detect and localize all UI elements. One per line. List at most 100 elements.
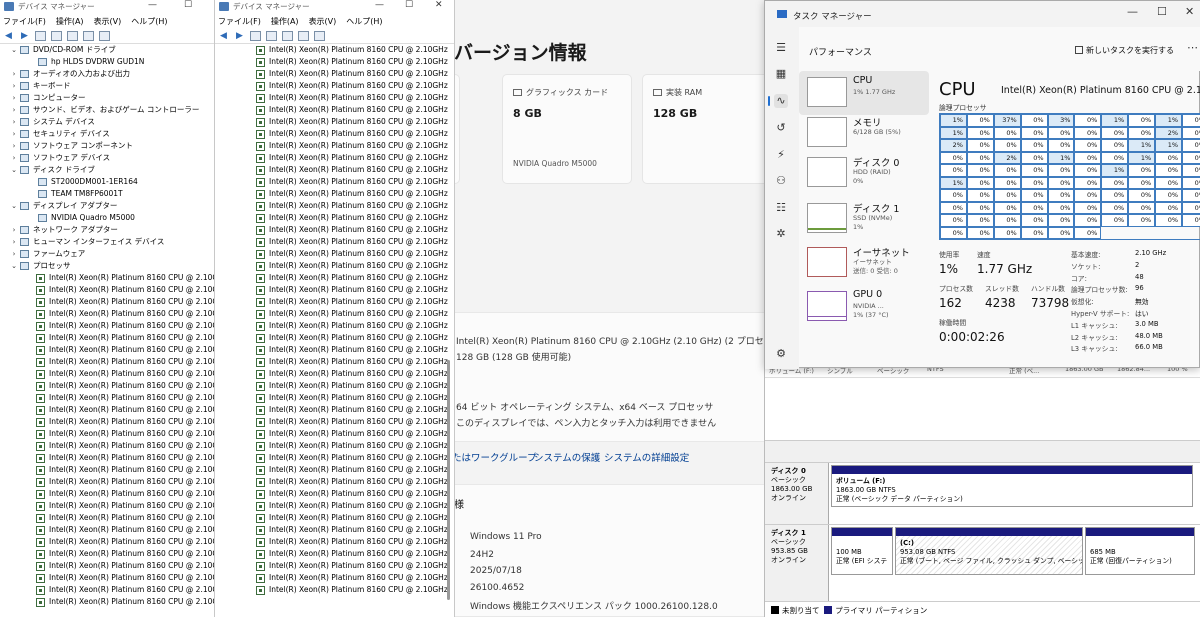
processor-item[interactable]: Intel(R) Xeon(R) Platinum 8160 CPU @ 2.1… <box>0 476 214 488</box>
processor-item[interactable]: Intel(R) Xeon(R) Platinum 8160 CPU @ 2.1… <box>215 224 454 236</box>
processor-item[interactable]: Intel(R) Xeon(R) Platinum 8160 CPU @ 2.1… <box>215 176 454 188</box>
processor-item[interactable]: Intel(R) Xeon(R) Platinum 8160 CPU @ 2.1… <box>215 368 454 380</box>
processor-item[interactable]: Intel(R) Xeon(R) Platinum 8160 CPU @ 2.1… <box>215 236 454 248</box>
close-icon[interactable]: ✕ <box>435 0 443 10</box>
maximize-icon[interactable]: ☐ <box>1157 5 1167 18</box>
processor-item[interactable]: Intel(R) Xeon(R) Platinum 8160 CPU @ 2.1… <box>215 332 454 344</box>
link-workgroup[interactable]: たはワークグループ <box>452 450 537 464</box>
processor-item[interactable]: Intel(R) Xeon(R) Platinum 8160 CPU @ 2.1… <box>215 212 454 224</box>
processor-item[interactable]: Intel(R) Xeon(R) Platinum 8160 CPU @ 2.1… <box>0 404 214 416</box>
processor-item[interactable]: Intel(R) Xeon(R) Platinum 8160 CPU @ 2.1… <box>0 500 214 512</box>
minimize-icon[interactable]: — <box>1127 5 1138 18</box>
disk-1-partition-c[interactable]: (C:) 953.08 GB NTFS 正常 (ブート, ページ ファイル, ク… <box>895 527 1083 575</box>
menu-help[interactable]: ヘルプ(H) <box>345 16 383 28</box>
processor-item[interactable]: Intel(R) Xeon(R) Platinum 8160 CPU @ 2.1… <box>215 572 454 584</box>
processor-item[interactable]: Intel(R) Xeon(R) Platinum 8160 CPU @ 2.1… <box>215 68 454 80</box>
processor-item[interactable]: Intel(R) Xeon(R) Platinum 8160 CPU @ 2.1… <box>0 284 214 296</box>
processor-item[interactable]: Intel(R) Xeon(R) Platinum 8160 CPU @ 2.1… <box>0 332 214 344</box>
processor-item[interactable]: Intel(R) Xeon(R) Platinum 8160 CPU @ 2.1… <box>215 560 454 572</box>
menu-action[interactable]: 操作(A) <box>55 16 85 28</box>
processor-item[interactable]: Intel(R) Xeon(R) Platinum 8160 CPU @ 2.1… <box>0 524 214 536</box>
processor-item[interactable]: Intel(R) Xeon(R) Platinum 8160 CPU @ 2.1… <box>215 152 454 164</box>
app-history-icon[interactable]: ↺ <box>774 121 788 135</box>
processor-item[interactable]: Intel(R) Xeon(R) Platinum 8160 CPU @ 2.1… <box>215 80 454 92</box>
back-arrow-icon[interactable]: ◀ <box>3 31 14 41</box>
processor-item[interactable]: Intel(R) Xeon(R) Platinum 8160 CPU @ 2.1… <box>215 260 454 272</box>
processor-item[interactable]: Intel(R) Xeon(R) Platinum 8160 CPU @ 2.1… <box>0 272 214 284</box>
processor-item[interactable]: Intel(R) Xeon(R) Platinum 8160 CPU @ 2.1… <box>215 164 454 176</box>
expand-chevron-icon[interactable]: › <box>10 152 18 164</box>
disk-1-partition-efi[interactable]: 100 MB 正常 (EFI システ <box>831 527 893 575</box>
processor-item[interactable]: Intel(R) Xeon(R) Platinum 8160 CPU @ 2.1… <box>215 320 454 332</box>
processor-item[interactable]: Intel(R) Xeon(R) Platinum 8160 CPU @ 2.1… <box>215 200 454 212</box>
settings-gear-icon[interactable]: ⚙ <box>774 347 788 361</box>
close-icon[interactable]: ✕ <box>1185 5 1194 18</box>
disk-1-partition-recovery[interactable]: 685 MB 正常 (回復パーティション) <box>1085 527 1195 575</box>
menu-file[interactable]: ファイル(F) <box>2 16 47 28</box>
processor-item[interactable]: Intel(R) Xeon(R) Platinum 8160 CPU @ 2.1… <box>215 584 454 596</box>
menu-view[interactable]: 表示(V) <box>308 16 338 28</box>
expand-chevron-icon[interactable]: › <box>10 68 18 80</box>
users-icon[interactable]: ⚇ <box>774 174 788 188</box>
resource-item-disk-0[interactable]: ディスク 0 HDD (RAID) 0% <box>799 151 929 195</box>
tree-category[interactable]: › オーディオの入力および出力 <box>0 68 214 80</box>
expand-chevron-icon[interactable]: › <box>10 224 18 236</box>
expand-chevron-icon[interactable]: › <box>10 92 18 104</box>
help-icon[interactable] <box>51 30 62 41</box>
processor-item[interactable]: Intel(R) Xeon(R) Platinum 8160 CPU @ 2.1… <box>215 140 454 152</box>
monitor-icon[interactable] <box>99 30 110 41</box>
resource-item-disk-1[interactable]: ディスク 1 SSD (NVMe) 1% <box>799 197 929 241</box>
processor-item[interactable]: Intel(R) Xeon(R) Platinum 8160 CPU @ 2.1… <box>215 284 454 296</box>
forward-arrow-icon[interactable]: ▶ <box>19 31 30 41</box>
processor-item[interactable]: Intel(R) Xeon(R) Platinum 8160 CPU @ 2.1… <box>215 476 454 488</box>
processor-item[interactable]: Intel(R) Xeon(R) Platinum 8160 CPU @ 2.1… <box>215 116 454 128</box>
tree-category[interactable]: › サウンド、ビデオ、およびゲーム コントローラー <box>0 104 214 116</box>
performance-icon[interactable]: ∿ <box>768 94 788 108</box>
processor-item[interactable]: Intel(R) Xeon(R) Platinum 8160 CPU @ 2.1… <box>0 344 214 356</box>
processor-item[interactable]: Intel(R) Xeon(R) Platinum 8160 CPU @ 2.1… <box>0 368 214 380</box>
resource-item-memory[interactable]: メモリ 6/128 GB (5%) <box>799 111 929 155</box>
tree-category[interactable]: ⌄ ディスプレイ アダプター <box>0 200 214 212</box>
processor-item[interactable]: Intel(R) Xeon(R) Platinum 8160 CPU @ 2.1… <box>215 344 454 356</box>
processor-item[interactable]: Intel(R) Xeon(R) Platinum 8160 CPU @ 2.1… <box>215 512 454 524</box>
collapse-chevron-icon[interactable]: ⌄ <box>10 260 18 272</box>
processor-item[interactable]: Intel(R) Xeon(R) Platinum 8160 CPU @ 2.1… <box>215 488 454 500</box>
expand-chevron-icon[interactable]: › <box>10 236 18 248</box>
processor-item[interactable]: Intel(R) Xeon(R) Platinum 8160 CPU @ 2.1… <box>0 548 214 560</box>
tree-category[interactable]: › セキュリティ デバイス <box>0 128 214 140</box>
processor-item[interactable]: Intel(R) Xeon(R) Platinum 8160 CPU @ 2.1… <box>215 188 454 200</box>
processor-item[interactable]: Intel(R) Xeon(R) Platinum 8160 CPU @ 2.1… <box>215 428 454 440</box>
menu-file[interactable]: ファイル(F) <box>217 16 262 28</box>
minimize-icon[interactable]: — <box>375 0 384 10</box>
more-options-icon[interactable]: ⋯ <box>1187 41 1198 54</box>
disk-1-label[interactable]: ディスク 1 ベーシック 953.85 GB オンライン <box>765 525 829 601</box>
processor-item[interactable]: Intel(R) Xeon(R) Platinum 8160 CPU @ 2.1… <box>215 416 454 428</box>
link-advanced-settings[interactable]: システムの詳細設定 <box>604 450 689 464</box>
processor-item[interactable]: Intel(R) Xeon(R) Platinum 8160 CPU @ 2.1… <box>0 452 214 464</box>
details-icon[interactable]: ☷ <box>774 201 788 215</box>
tree-device[interactable]: hp HLDS DVDRW GUD1N <box>0 56 214 68</box>
help-icon[interactable] <box>266 30 277 41</box>
processor-item[interactable]: Intel(R) Xeon(R) Platinum 8160 CPU @ 2.1… <box>215 524 454 536</box>
processor-item[interactable]: Intel(R) Xeon(R) Platinum 8160 CPU @ 2.1… <box>215 44 454 56</box>
processor-item[interactable]: Intel(R) Xeon(R) Platinum 8160 CPU @ 2.1… <box>0 320 214 332</box>
spec-card-ram[interactable]: 実装 RAM 128 GB <box>642 74 772 184</box>
tree-category[interactable]: ⌄ プロセッサ <box>0 260 214 272</box>
menu-help[interactable]: ヘルプ(H) <box>130 16 168 28</box>
processor-item[interactable]: Intel(R) Xeon(R) Platinum 8160 CPU @ 2.1… <box>0 572 214 584</box>
expand-chevron-icon[interactable]: › <box>10 80 18 92</box>
processor-item[interactable]: Intel(R) Xeon(R) Platinum 8160 CPU @ 2.1… <box>0 512 214 524</box>
processor-item[interactable]: Intel(R) Xeon(R) Platinum 8160 CPU @ 2.1… <box>215 380 454 392</box>
maximize-icon[interactable]: ☐ <box>184 0 192 10</box>
expand-chevron-icon[interactable]: › <box>10 104 18 116</box>
tree-category[interactable]: › キーボード <box>0 80 214 92</box>
tree-category[interactable]: › ファームウェア <box>0 248 214 260</box>
expand-chevron-icon[interactable]: › <box>10 248 18 260</box>
properties-icon[interactable] <box>282 30 293 41</box>
tree-category[interactable]: ⌄ DVD/CD-ROM ドライブ <box>0 44 214 56</box>
forward-arrow-icon[interactable]: ▶ <box>234 31 245 41</box>
menu-view[interactable]: 表示(V) <box>93 16 123 28</box>
expand-chevron-icon[interactable]: › <box>10 116 18 128</box>
scrollbar-thumb[interactable] <box>447 360 450 600</box>
run-new-task-button[interactable]: 新しいタスクを実行する <box>1075 45 1174 56</box>
